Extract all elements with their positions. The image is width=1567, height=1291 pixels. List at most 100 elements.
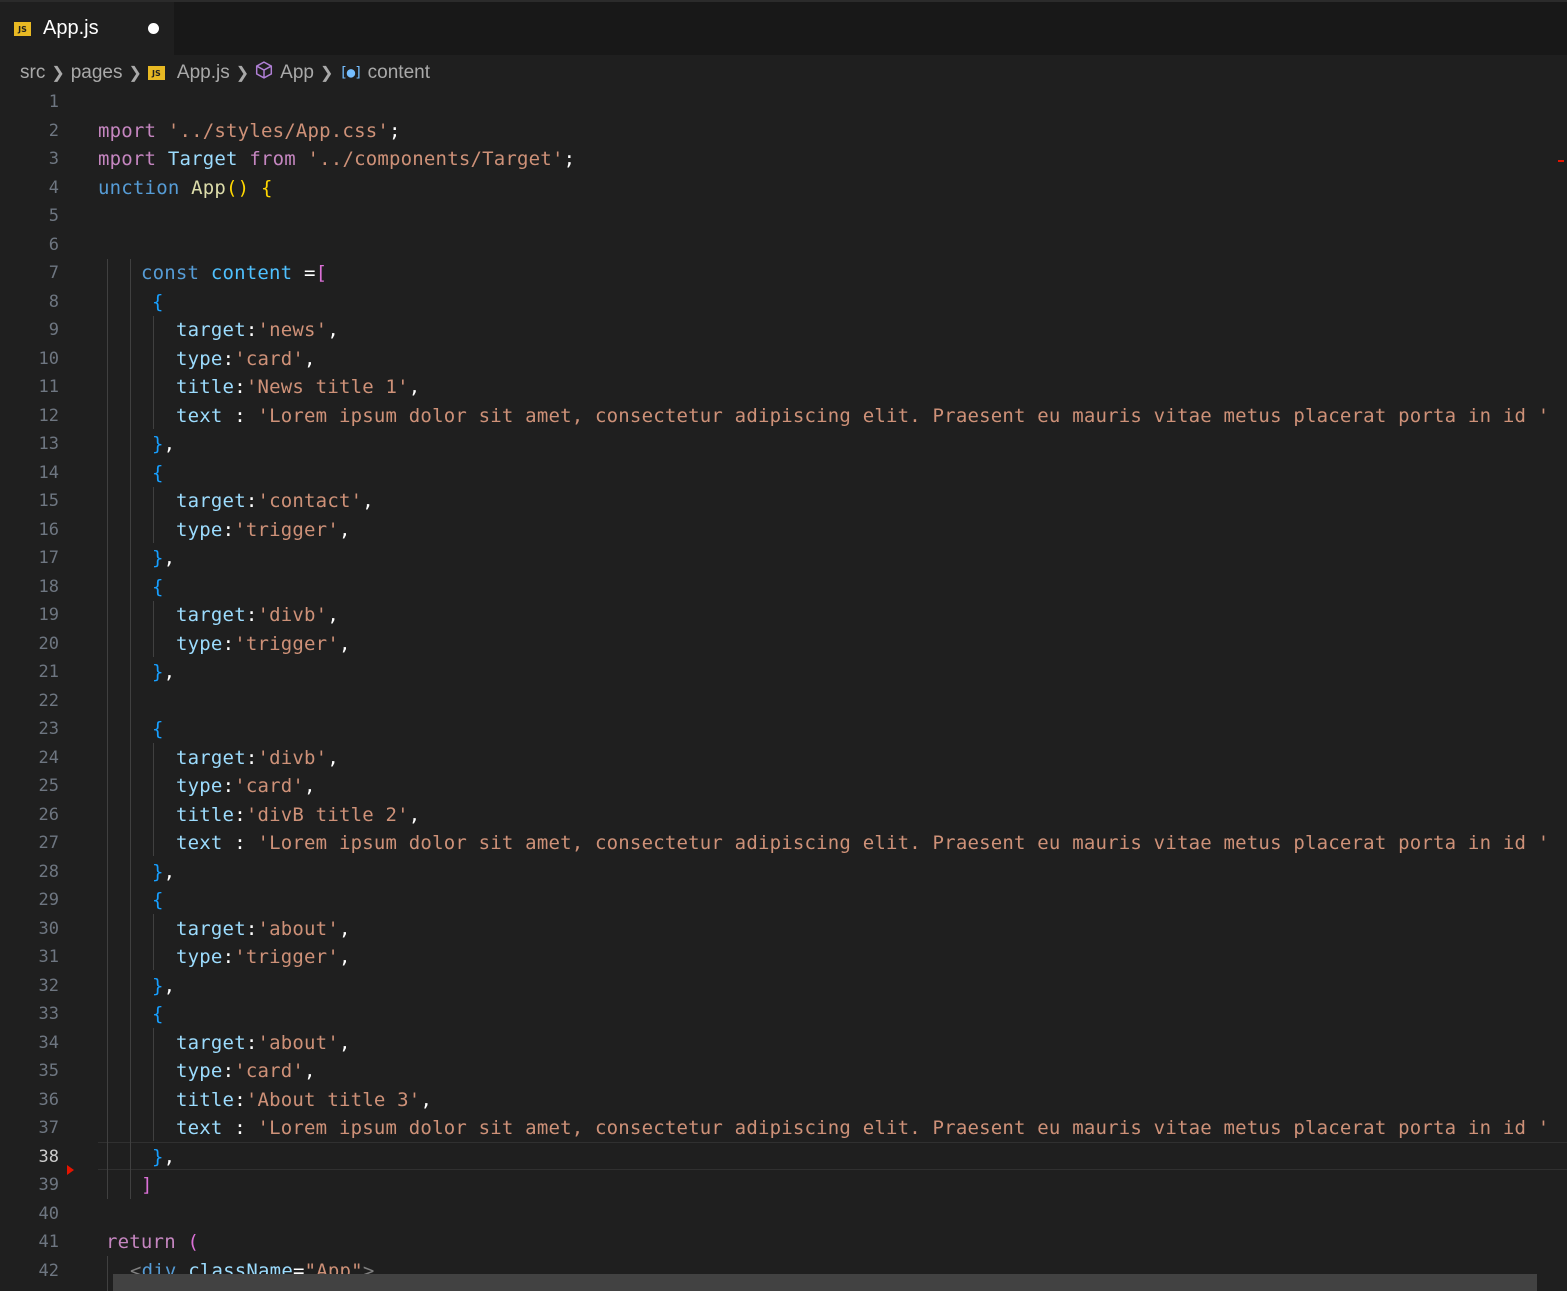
code-token: , — [163, 433, 176, 455]
line-number: 12 — [38, 405, 59, 426]
code-line[interactable]: 11 title:'News title 1', — [0, 373, 1567, 402]
code-token: 'Lorem ipsum dolor sit amet, consectetur… — [257, 1117, 1550, 1139]
breadcrumb-src[interactable]: src — [20, 62, 45, 84]
code-line[interactable]: 5 — [0, 202, 1567, 231]
breadcrumb-symbol[interactable]: content — [368, 62, 430, 84]
code-line[interactable]: 33 { — [0, 1000, 1567, 1029]
code-line[interactable]: 41 return ( — [0, 1228, 1567, 1257]
breadcrumb-pages[interactable]: pages — [71, 62, 123, 84]
tab-app-js[interactable]: JS App.js — [0, 2, 174, 55]
line-number: 16 — [38, 519, 59, 540]
horizontal-scrollbar[interactable] — [113, 1274, 1537, 1291]
code-line[interactable]: 12 text : 'Lorem ipsum dolor sit amet, co… — [0, 402, 1567, 431]
code-line[interactable]: 4 unction App() { — [0, 174, 1567, 203]
code-line[interactable]: 7 const content =[ — [0, 259, 1567, 288]
code-token: 'Lorem ipsum dolor sit amet, consectetur… — [257, 832, 1550, 854]
code-line[interactable]: 23 { — [0, 715, 1567, 744]
line-number: 31 — [38, 947, 59, 967]
line-number: 36 — [38, 1089, 59, 1110]
code-line[interactable]: 16 type:'trigger', — [0, 516, 1567, 545]
line-number: 39 — [38, 1175, 59, 1195]
breadcrumb-function[interactable]: App — [280, 62, 314, 84]
line-number: 13 — [38, 434, 59, 454]
line-number: 2 — [48, 120, 59, 141]
code-token: 'trigger' — [234, 946, 339, 968]
code-line[interactable]: 27 text : 'Lorem ipsum dolor sit amet, co… — [0, 829, 1567, 858]
code-line[interactable]: 2 mport '../styles/App.css'; — [0, 117, 1567, 146]
code-line[interactable]: 13}, — [0, 430, 1567, 459]
code-token: 'card' — [234, 1060, 305, 1082]
code-token: : — [222, 518, 235, 541]
code-line[interactable]: 40 — [0, 1200, 1567, 1229]
code-line[interactable]: 35 type:'card', — [0, 1057, 1567, 1086]
code-line[interactable]: 37 text : 'Lorem ipsum dolor sit amet, co… — [0, 1114, 1567, 1143]
code-line[interactable]: 26 title:'divB title 2', — [0, 801, 1567, 830]
code-line[interactable]: 3 mport Target from '../components/Target… — [0, 145, 1567, 174]
line-number: 34 — [38, 1032, 59, 1053]
code-line[interactable]: 1 — [0, 88, 1567, 117]
line-number: 41 — [38, 1232, 59, 1252]
code-text: title:'divB title 2', — [176, 801, 420, 830]
code-token: 'about' — [257, 917, 339, 940]
code-text: type:'trigger', — [176, 943, 351, 972]
code-text: { — [152, 459, 164, 488]
code-text: mport Target from '../components/Target'… — [98, 145, 575, 174]
code-token: , — [327, 604, 339, 626]
code-line[interactable]: 25 type:'card', — [0, 772, 1567, 801]
unsaved-dot-icon[interactable] — [148, 23, 159, 34]
code-token: 'contact' — [257, 490, 363, 512]
code-text: type:'card', — [176, 772, 316, 801]
code-line[interactable]: 29 { — [0, 886, 1567, 915]
code-line[interactable]: 14 { — [0, 459, 1567, 488]
code-token: target — [176, 1031, 246, 1054]
code-line[interactable]: 6 — [0, 231, 1567, 260]
code-line[interactable]: 9 target:'news', — [0, 316, 1567, 345]
code-line[interactable]: 15 target:'contact', — [0, 487, 1567, 516]
line-number: 27 — [38, 833, 59, 853]
code-token: , — [408, 803, 421, 826]
code-token: target — [176, 319, 246, 341]
code-line[interactable]: 32}, — [0, 972, 1567, 1001]
line-number: 42 — [38, 1260, 59, 1281]
code-token: 'news' — [257, 319, 328, 341]
code-token: text — [176, 832, 235, 854]
code-line[interactable]: 19 target:'divb', — [0, 601, 1567, 630]
line-number: 32 — [38, 975, 59, 996]
code-token: 'card' — [234, 775, 305, 797]
tab-label: App.js — [43, 17, 99, 39]
code-token: type — [176, 775, 223, 797]
line-number: 8 — [48, 291, 59, 312]
code-token: : — [222, 946, 235, 968]
code-line[interactable]: 18 { — [0, 573, 1567, 602]
code-line[interactable]: 20 type:'trigger', — [0, 630, 1567, 659]
cube-icon — [255, 61, 273, 85]
code-line[interactable]: 10 type:'card', — [0, 345, 1567, 374]
code-editor[interactable]: 1 2 mport '../styles/App.css'; 3 mport Targe… — [0, 88, 1567, 1291]
code-line[interactable]: 28}, — [0, 858, 1567, 887]
code-line[interactable]: 22 — [0, 687, 1567, 716]
code-line[interactable]: 39] — [0, 1171, 1567, 1200]
code-line[interactable]: 24 target:'divb', — [0, 744, 1567, 773]
code-line[interactable]: 31 type:'trigger', — [0, 943, 1567, 972]
line-number: 30 — [38, 918, 59, 939]
code-token: title — [176, 1088, 235, 1111]
code-line[interactable]: 34 target:'about', — [0, 1029, 1567, 1058]
code-text: { — [152, 715, 164, 744]
code-text: }, — [152, 430, 175, 459]
code-line[interactable]: 38}, — [0, 1143, 1567, 1172]
line-number: 7 — [48, 263, 59, 283]
code-text: }, — [152, 658, 175, 687]
code-text: { — [152, 886, 164, 915]
tab-bar: JS App.js — [0, 0, 1567, 55]
line-number: 15 — [38, 491, 59, 511]
code-line[interactable]: 30 target:'about', — [0, 915, 1567, 944]
code-text: ] — [141, 1171, 153, 1200]
code-line[interactable]: 17}, — [0, 544, 1567, 573]
code-text: }, — [152, 972, 175, 1001]
code-line[interactable]: 21}, — [0, 658, 1567, 687]
code-line[interactable]: 8{ — [0, 288, 1567, 317]
code-token: : — [245, 604, 258, 626]
code-line[interactable]: 36 title:'About title 3', — [0, 1086, 1567, 1115]
breadcrumb-file[interactable]: App.js — [177, 62, 230, 84]
code-token: 'About title 3' — [245, 1088, 421, 1111]
